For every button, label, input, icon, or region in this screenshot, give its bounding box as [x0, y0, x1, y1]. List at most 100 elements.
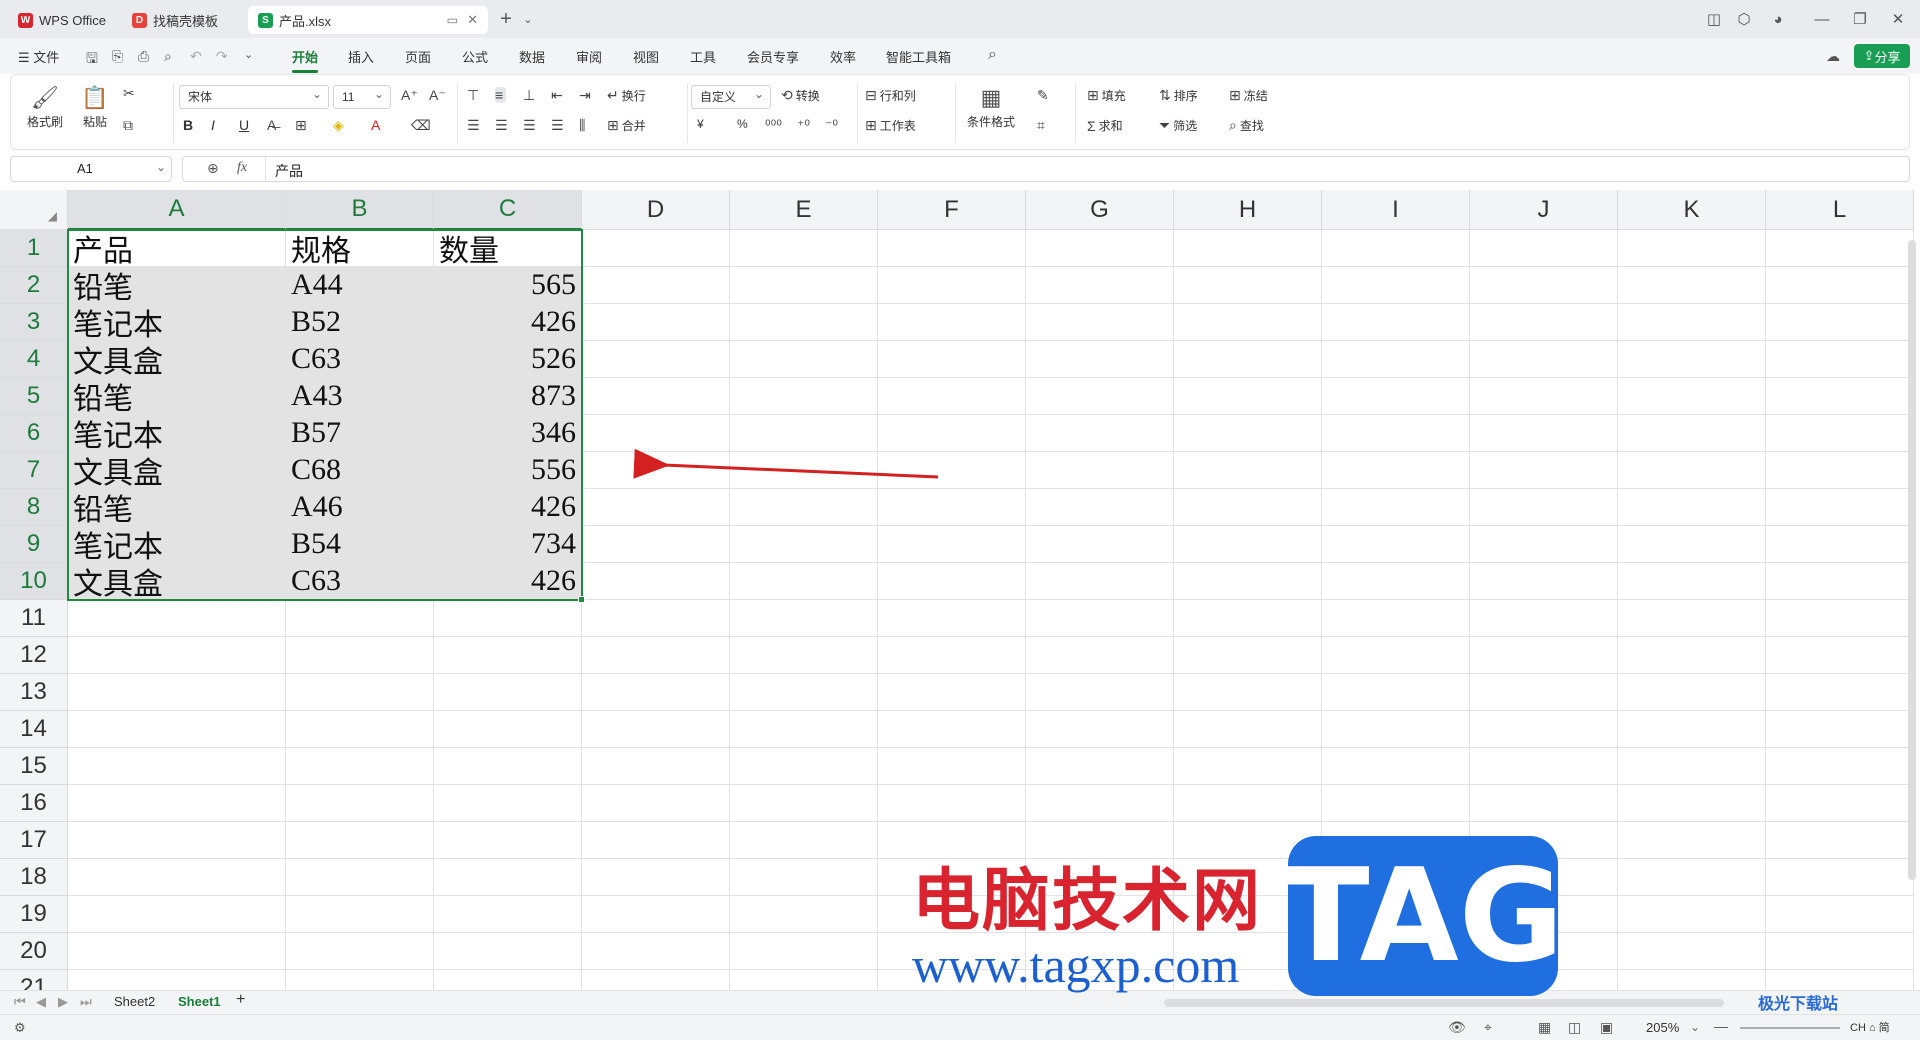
- clear-button[interactable]: ⌫: [411, 117, 434, 134]
- bold-button[interactable]: B: [183, 117, 193, 133]
- vertical-scrollbar[interactable]: [1908, 240, 1916, 880]
- font-color-button[interactable]: A: [371, 117, 383, 133]
- thousands-button[interactable]: ⁰⁰⁰: [765, 117, 785, 134]
- chevron-down-icon[interactable]: ⌄: [518, 9, 538, 29]
- last-sheet-icon[interactable]: ⏭: [80, 994, 92, 1010]
- wrap-text-button[interactable]: ↵ 换行: [607, 87, 646, 104]
- horizontal-scrollbar[interactable]: [1164, 999, 1724, 1007]
- conditional-format-button[interactable]: ▦ 条件格式: [959, 83, 1023, 130]
- sort-button[interactable]: ⇅ 排序: [1159, 87, 1198, 104]
- eye-icon[interactable]: 👁: [1448, 1019, 1466, 1036]
- menu-insert[interactable]: 插入: [348, 47, 374, 66]
- menu-data[interactable]: 数据: [519, 47, 545, 66]
- cloud-icon[interactable]: ☁: [1826, 48, 1840, 65]
- zoom-slider[interactable]: [1740, 1027, 1840, 1029]
- tab-template[interactable]: D 找稿壳模板: [122, 6, 242, 34]
- merge-button[interactable]: ⊞ 合并: [607, 117, 646, 134]
- find-button[interactable]: ⌕ 查找: [1229, 117, 1264, 134]
- number-format-select[interactable]: 自定义: [691, 83, 771, 109]
- formula-input[interactable]: ⊕ fx 产品: [182, 156, 1910, 182]
- increase-font-button[interactable]: A⁺: [401, 87, 421, 104]
- name-box[interactable]: A1: [10, 156, 172, 182]
- distribute-button[interactable]: ⫼: [579, 117, 588, 134]
- menu-page[interactable]: 页面: [405, 47, 431, 66]
- increase-decimal-button[interactable]: ⁺⁰: [797, 117, 813, 134]
- share-button[interactable]: ⇪ 分享: [1854, 44, 1910, 68]
- cube-icon[interactable]: ⬡: [1734, 9, 1754, 29]
- menu-member[interactable]: 会员专享: [747, 47, 799, 66]
- prev-sheet-icon[interactable]: ◀: [36, 994, 46, 1010]
- decrease-decimal-button[interactable]: ⁻⁰: [825, 117, 841, 134]
- first-sheet-icon[interactable]: ⏮: [14, 994, 26, 1010]
- convert-button[interactable]: ⟲ 转换: [781, 87, 820, 104]
- fx-icon[interactable]: fx: [237, 160, 247, 176]
- sheet-tab-sheet2[interactable]: Sheet2: [114, 994, 155, 1009]
- decrease-font-button[interactable]: A⁻: [429, 87, 449, 104]
- indent-decrease-button[interactable]: ⇤: [551, 87, 566, 104]
- justify-button[interactable]: ☰: [551, 117, 567, 134]
- page-layout-icon[interactable]: ◫: [1568, 1019, 1581, 1036]
- menu-formula[interactable]: 公式: [462, 47, 488, 66]
- format-painter-button[interactable]: 🖌 格式刷: [25, 83, 65, 130]
- zoom-icon[interactable]: ⊕: [207, 160, 219, 177]
- layout-icon[interactable]: ◫: [1704, 9, 1724, 29]
- paste-button[interactable]: 📋 粘贴: [75, 83, 115, 130]
- menu-review[interactable]: 审阅: [576, 47, 602, 66]
- chevron-down-icon[interactable]: ⌄: [1690, 1020, 1700, 1034]
- fill-button[interactable]: ⊞ 填充: [1087, 87, 1126, 104]
- menu-efficiency[interactable]: 效率: [830, 47, 856, 66]
- macro-icon[interactable]: ⚙: [14, 1020, 26, 1036]
- quick-access-more-icon[interactable]: ⌄: [244, 48, 253, 61]
- underline-button[interactable]: U: [239, 117, 249, 133]
- row-col-button[interactable]: ⊟ 行和列: [865, 87, 916, 104]
- menu-tools[interactable]: 工具: [690, 47, 716, 66]
- undo-icon[interactable]: ↶: [190, 48, 202, 65]
- save-icon[interactable]: 🖫: [86, 48, 98, 72]
- italic-button[interactable]: I: [211, 117, 215, 133]
- redo-icon[interactable]: ↷: [216, 48, 228, 65]
- print-icon[interactable]: ⎙: [138, 48, 149, 65]
- cell-style-button[interactable]: ✎: [1037, 87, 1052, 104]
- align-bottom-button[interactable]: ⊥: [523, 87, 538, 104]
- export-icon[interactable]: ⎘: [112, 48, 123, 65]
- menu-smart-toolbox[interactable]: 智能工具箱: [886, 47, 951, 66]
- tab-wps-office[interactable]: W WPS Office: [8, 6, 116, 34]
- zoom-out-icon[interactable]: —: [1714, 1018, 1728, 1034]
- align-center-button[interactable]: ☰: [495, 117, 511, 134]
- align-left-button[interactable]: ☰: [467, 117, 483, 134]
- sum-button[interactable]: Σ 求和: [1087, 117, 1123, 134]
- chevron-down-icon[interactable]: ⌄: [156, 160, 166, 174]
- align-right-button[interactable]: ☰: [523, 117, 539, 134]
- minimize-icon[interactable]: —: [1812, 9, 1832, 29]
- align-middle-button[interactable]: ≡: [495, 87, 507, 103]
- font-size-select[interactable]: 11: [333, 83, 391, 109]
- worksheet-button[interactable]: ⊞ 工作表: [865, 117, 916, 134]
- fill-color-button[interactable]: ◈: [333, 117, 347, 134]
- freeze-button[interactable]: ⊞ 冻结: [1229, 87, 1268, 104]
- add-sheet-button[interactable]: +: [236, 991, 245, 1009]
- normal-view-icon[interactable]: ▦: [1538, 1019, 1551, 1036]
- menu-view[interactable]: 视图: [633, 47, 659, 66]
- font-name-select[interactable]: 宋体: [179, 83, 329, 109]
- avatar-icon[interactable]: ◕: [1768, 9, 1788, 29]
- file-menu[interactable]: ☰ 文件: [18, 47, 59, 66]
- tab-spreadsheet[interactable]: S 产品.xlsx ▭ ✕: [248, 6, 488, 34]
- search-icon[interactable]: ⌕: [988, 46, 997, 64]
- page-break-icon[interactable]: ▣: [1600, 1019, 1613, 1036]
- filter-button[interactable]: ⏷ 筛选: [1159, 117, 1197, 134]
- border-button[interactable]: ⊞: [295, 117, 310, 134]
- indent-increase-button[interactable]: ⇥: [579, 87, 594, 104]
- cut-button[interactable]: ✂: [123, 85, 138, 102]
- restore-icon[interactable]: ❐: [1850, 9, 1870, 29]
- copy-button[interactable]: ⧉: [123, 117, 136, 134]
- table-style-button[interactable]: ⌗: [1037, 117, 1048, 134]
- new-tab-icon[interactable]: +: [496, 8, 516, 30]
- close-window-icon[interactable]: ✕: [1888, 9, 1908, 29]
- menu-home[interactable]: 开始: [292, 47, 319, 73]
- target-icon[interactable]: ⌖: [1484, 1019, 1492, 1036]
- align-top-button[interactable]: ⊤: [467, 87, 482, 104]
- close-tab-icon[interactable]: ✕: [467, 12, 478, 28]
- monitor-icon[interactable]: ▭: [447, 13, 458, 27]
- zoom-level[interactable]: 205%: [1646, 1020, 1679, 1035]
- sheet-tab-sheet1[interactable]: Sheet1: [178, 994, 221, 1009]
